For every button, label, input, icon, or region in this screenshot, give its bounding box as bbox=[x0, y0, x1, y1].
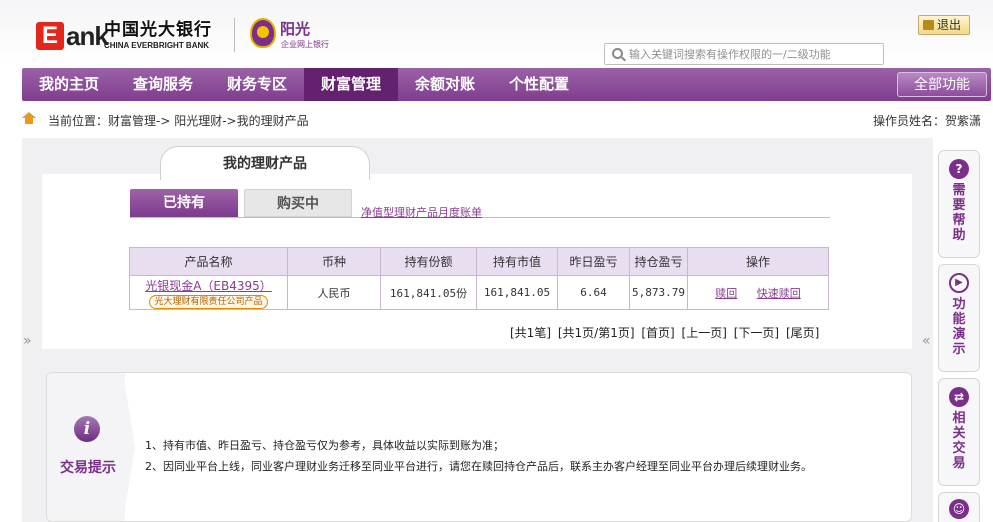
col-position-pnl: 持仓盈亏 bbox=[629, 247, 688, 276]
home-icon[interactable] bbox=[22, 112, 36, 124]
pager-next[interactable]: [下一页] bbox=[734, 326, 779, 340]
cell-yesterday-pnl: 6.64 bbox=[557, 275, 630, 310]
tab-my-products[interactable]: 我的理财产品 bbox=[160, 146, 370, 180]
col-operations: 操作 bbox=[687, 247, 829, 276]
help-card-related[interactable]: ⇄ 相关交易 bbox=[938, 378, 980, 486]
tab-purchasing[interactable]: 购买中 bbox=[244, 189, 352, 217]
help-label-related: 相关交易 bbox=[952, 411, 966, 471]
bank-name-cn: 中国光大银行 bbox=[104, 20, 212, 40]
breadcrumb: 当前位置：财富管理-> 阳光理财->我的理财产品 操作员姓名：贺紫潇 bbox=[0, 108, 993, 132]
help-card-more[interactable]: ☺ bbox=[938, 492, 980, 522]
tip-line-2: 2、因同业平台上线，同业客户理财业务迁移至同业平台进行，请您在赎回持仓产品后，联… bbox=[145, 460, 812, 473]
cell-product: 光银现金A（EB4395） 光大理财有限责任公司产品 bbox=[129, 275, 288, 310]
nav-item-finance[interactable]: 财务专区 bbox=[210, 68, 304, 101]
nav-item-balance[interactable]: 余额对账 bbox=[398, 68, 492, 101]
operator-name: 操作员姓名：贺紫潇 bbox=[872, 114, 981, 128]
col-currency: 币种 bbox=[287, 247, 381, 276]
header: E ank 中国光大银行 CHINA EVERBRIGHT BANK 阳光 企业… bbox=[0, 0, 993, 68]
redeem-link[interactable]: 赎回 bbox=[715, 287, 737, 300]
issuer-badge: 光大理财有限责任公司产品 bbox=[149, 294, 268, 309]
col-shares: 持有份额 bbox=[380, 247, 477, 276]
table-header-row: 产品名称 币种 持有份额 持有市值 昨日盈亏 持仓盈亏 操作 bbox=[129, 247, 829, 276]
sunshine-badge-icon bbox=[250, 18, 276, 48]
play-icon: ▶ bbox=[949, 273, 969, 293]
collapse-right-icon[interactable]: « bbox=[922, 333, 931, 349]
transaction-tips: i 交易提示 1、持有市值、昨日盈亏、持仓盈亏仅为参考，具体收益以实际到账为准；… bbox=[46, 372, 912, 522]
search-icon[interactable] bbox=[612, 48, 623, 59]
smile-icon: ☺ bbox=[949, 499, 969, 519]
nav-item-personal[interactable]: 个性配置 bbox=[492, 68, 586, 101]
tips-sidebar bbox=[47, 373, 125, 521]
cell-position-pnl: 5,873.79 bbox=[629, 275, 688, 310]
holdings-table: 产品名称 币种 持有份额 持有市值 昨日盈亏 持仓盈亏 操作 光银现金A（EB4… bbox=[129, 247, 829, 310]
breadcrumb-text: 当前位置：财富管理-> 阳光理财->我的理财产品 bbox=[48, 114, 309, 128]
tips-title: 交易提示 bbox=[60, 460, 116, 476]
tips-notch bbox=[123, 373, 135, 521]
all-functions-button[interactable]: 全部功能 bbox=[897, 72, 987, 97]
logout-button[interactable]: 退出 bbox=[918, 15, 970, 35]
help-label-need-help: 需要帮助 bbox=[952, 183, 966, 243]
cell-market-value: 161,841.05 bbox=[476, 275, 558, 310]
main-nav: 我的主页 查询服务 财务专区 财富管理 余额对账 个性配置 全部功能 bbox=[22, 68, 991, 101]
cell-shares: 161,841.05份 bbox=[380, 275, 477, 310]
col-product-name: 产品名称 bbox=[129, 247, 288, 276]
pager-page-info: [共1页/第1页] bbox=[557, 326, 635, 340]
monthly-bill-link[interactable]: 净值型理财产品月度账单 bbox=[361, 204, 482, 220]
pager-total: [共1笔] bbox=[510, 326, 551, 340]
pagination: [共1笔] [共1页/第1页] [首页] [上一页] [下一页] [尾页] bbox=[510, 324, 822, 341]
product-name-link[interactable]: 光银现金A（EB4395） bbox=[130, 277, 287, 294]
tab-held[interactable]: 已持有 bbox=[130, 189, 238, 217]
sub-brand-tagline: 企业网上银行 bbox=[281, 40, 329, 49]
cell-currency: 人民币 bbox=[287, 275, 381, 310]
help-card-need-help[interactable]: ? 需要帮助 bbox=[938, 150, 980, 258]
pager-first[interactable]: [首页] bbox=[641, 326, 674, 340]
bank-logo-wordmark: ank bbox=[66, 21, 109, 51]
expand-left-icon[interactable]: » bbox=[23, 333, 32, 349]
help-card-demo[interactable]: ▶ 功能演示 bbox=[938, 264, 980, 372]
col-yesterday-pnl: 昨日盈亏 bbox=[557, 247, 630, 276]
nav-item-query[interactable]: 查询服务 bbox=[116, 68, 210, 101]
search-input[interactable] bbox=[629, 45, 879, 63]
nav-item-home[interactable]: 我的主页 bbox=[22, 68, 116, 101]
pager-prev[interactable]: [上一页] bbox=[682, 326, 727, 340]
table-row: 光银现金A（EB4395） 光大理财有限责任公司产品 人民币 161,841.0… bbox=[129, 275, 829, 310]
swap-icon: ⇄ bbox=[949, 387, 969, 407]
bank-name-en: CHINA EVERBRIGHT BANK bbox=[104, 41, 210, 50]
col-market-value: 持有市值 bbox=[476, 247, 558, 276]
page-root: E ank 中国光大银行 CHINA EVERBRIGHT BANK 阳光 企业… bbox=[0, 0, 993, 522]
logout-label: 退出 bbox=[937, 18, 962, 32]
help-label-demo: 功能演示 bbox=[952, 297, 966, 357]
logout-icon bbox=[923, 20, 934, 30]
info-icon: i bbox=[74, 416, 100, 442]
pager-last[interactable]: [尾页] bbox=[786, 326, 819, 340]
bank-logo-mark: E bbox=[36, 22, 64, 50]
tip-line-1: 1、持有市值、昨日盈亏、持仓盈亏仅为参考，具体收益以实际到账为准； bbox=[145, 439, 504, 452]
quick-redeem-link[interactable]: 快速赎回 bbox=[757, 287, 801, 300]
logo-divider bbox=[234, 18, 235, 52]
cell-operations: 赎回 快速赎回 bbox=[687, 275, 829, 310]
search-box bbox=[604, 43, 884, 65]
nav-item-wealth[interactable]: 财富管理 bbox=[304, 68, 398, 101]
sub-brand-title: 阳光 bbox=[280, 20, 311, 38]
question-icon: ? bbox=[949, 159, 969, 179]
